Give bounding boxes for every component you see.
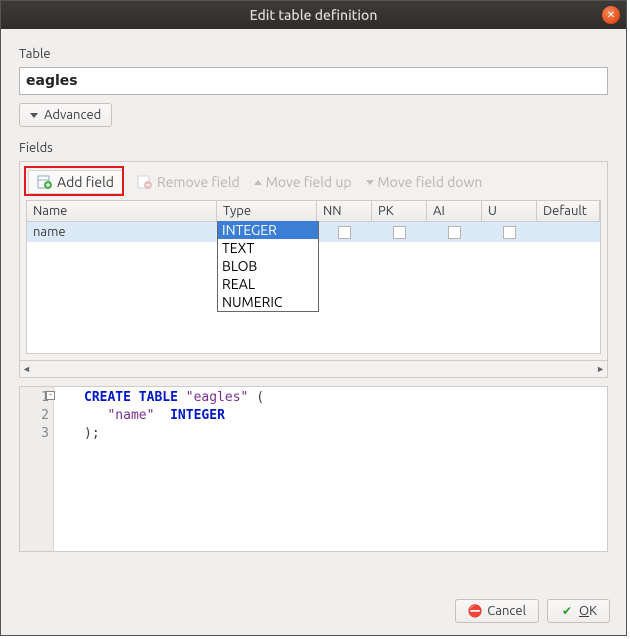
type-option[interactable]: REAL [218,275,318,293]
cell-nn[interactable] [317,222,372,242]
col-default[interactable]: Default [537,201,600,221]
fold-icon[interactable]: - [46,391,55,400]
cell-default[interactable] [537,222,600,242]
checkbox-ai[interactable] [448,226,461,239]
sql-type: INTEGER [170,408,225,423]
remove-field-button[interactable]: Remove field [137,174,240,190]
table-name-input[interactable] [19,67,608,95]
grid-header: Name Type NN PK AI U Default [27,201,600,222]
ok-button[interactable]: ✔ OK [547,599,610,623]
advanced-label: Advanced [44,108,101,122]
move-down-button[interactable]: Move field down [366,174,483,190]
type-option[interactable]: NUMERIC [218,293,318,311]
scroll-left-icon[interactable]: ◄ [22,364,31,374]
arrow-down-icon [366,180,374,185]
table-label: Table [19,47,608,61]
type-option[interactable]: TEXT [218,239,318,257]
sql-preview: 123 - CREATE TABLE "eagles" ( "name" INT… [19,386,608,552]
ok-icon: ✔ [560,604,574,618]
cancel-button[interactable]: ⛔ Cancel [455,599,539,623]
checkbox-nn[interactable] [338,226,351,239]
line-gutter: 123 - [20,387,54,551]
sql-kw: CREATE TABLE [84,390,178,405]
col-u[interactable]: U [482,201,537,221]
cell-ai[interactable] [427,222,482,242]
sql-str: "eagles" [186,390,249,405]
type-option[interactable]: BLOB [218,257,318,275]
remove-field-icon [137,174,153,190]
remove-field-label: Remove field [157,174,240,190]
titlebar: Edit table definition ✕ [1,1,626,29]
horizontal-scrollbar[interactable]: ◄ ► [19,361,608,378]
checkbox-u[interactable] [503,226,516,239]
dialog-body: Table Advanced Fields Add field [1,29,626,589]
move-down-label: Move field down [378,174,483,190]
fields-panel: Add field Remove field Move field up Mov… [19,161,608,361]
fields-label: Fields [19,141,608,155]
arrow-up-icon [254,180,262,185]
type-dropdown[interactable]: INTEGER TEXT BLOB REAL NUMERIC [217,221,319,312]
fields-toolbar: Add field Remove field Move field up Mov… [26,168,601,200]
col-ai[interactable]: AI [427,201,482,221]
move-up-button[interactable]: Move field up [254,174,352,190]
fields-grid: Name Type NN PK AI U Default name INTEGE… [26,200,601,354]
sql-str: "name" [107,408,154,423]
add-field-button[interactable]: Add field [28,170,123,194]
checkbox-pk[interactable] [393,226,406,239]
col-pk[interactable]: PK [372,201,427,221]
window-title: Edit table definition [250,7,378,23]
col-name[interactable]: Name [27,201,217,221]
move-up-label: Move field up [266,174,352,190]
advanced-button[interactable]: Advanced [19,103,112,127]
dialog-buttons: ⛔ Cancel ✔ OK [1,589,626,635]
add-field-label: Add field [57,174,114,190]
scroll-right-icon[interactable]: ► [596,364,605,374]
type-option[interactable]: INTEGER [218,221,318,239]
col-type[interactable]: Type [217,201,317,221]
sql-tail: ( [248,390,264,405]
close-icon: ✕ [607,9,615,21]
close-button[interactable]: ✕ [602,6,620,24]
chevron-down-icon [30,113,38,118]
cell-pk[interactable] [372,222,427,242]
add-field-icon [37,174,53,190]
ok-label: OK [579,604,597,618]
cancel-label: Cancel [487,604,526,618]
col-nn[interactable]: NN [317,201,372,221]
sql-text[interactable]: CREATE TABLE "eagles" ( "name" INTEGER )… [54,387,268,551]
cell-name[interactable]: name [27,222,217,242]
sql-close: ); [84,426,100,441]
dialog-window: Edit table definition ✕ Table Advanced F… [0,0,627,636]
cancel-icon: ⛔ [468,604,482,618]
cell-u[interactable] [482,222,537,242]
